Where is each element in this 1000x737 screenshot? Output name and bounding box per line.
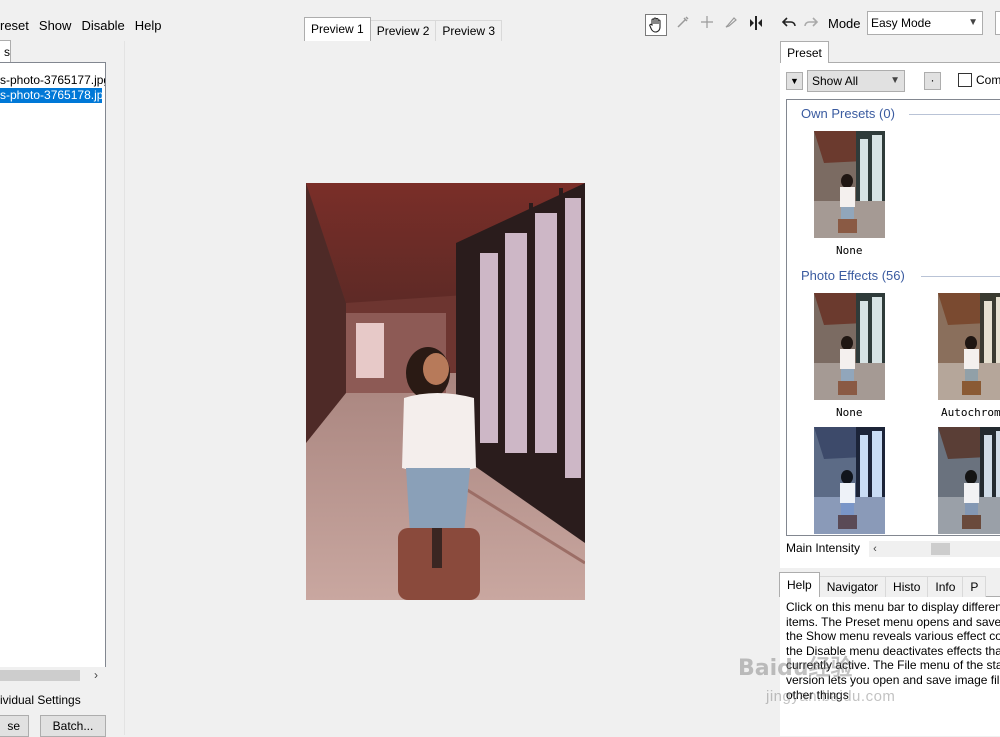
- preset-label: Autochrom: [941, 406, 1000, 419]
- tab-histogram[interactable]: Histo: [885, 576, 929, 597]
- menu-disable[interactable]: Disable: [76, 14, 129, 38]
- file-list-item-selected[interactable]: s-photo-3765178.jpg: [0, 88, 102, 103]
- show-select-value: Show All: [812, 74, 859, 88]
- menu-show[interactable]: Show: [34, 14, 77, 38]
- group-divider: [921, 276, 1000, 277]
- scroll-left-arrow-icon[interactable]: ‹: [869, 541, 881, 557]
- preset-label: None: [836, 244, 863, 257]
- chevron-down-icon: ▼: [890, 75, 900, 86]
- preset-thumbnail[interactable]: [938, 293, 1000, 400]
- scroll-right-arrow-icon[interactable]: ›: [88, 667, 104, 684]
- watermark-url: jingyan.baidu.com: [766, 688, 896, 705]
- preset-thumbnail[interactable]: [814, 131, 885, 238]
- menu-help[interactable]: Help: [130, 14, 167, 38]
- preset-list[interactable]: Own Presets (0) None Photo Effects (56) …: [786, 99, 1000, 536]
- group-title-own-presets: Own Presets (0): [801, 106, 895, 121]
- preset-thumbnail[interactable]: [814, 427, 885, 534]
- help-text-line: Click on this menu bar to display differ…: [786, 600, 1000, 614]
- preset-label: None: [836, 406, 863, 419]
- redo-icon[interactable]: [800, 14, 822, 36]
- tab-preset[interactable]: Preset: [780, 41, 829, 63]
- preset-menu-dropdown-icon[interactable]: ▼: [786, 72, 803, 90]
- dot-button[interactable]: ·: [924, 72, 941, 90]
- files-tab[interactable]: s: [0, 40, 11, 63]
- file-list[interactable]: s-photo-3765177.jpg s-photo-3765178.jpg: [0, 62, 106, 682]
- individual-settings-label: ividual Settings: [0, 693, 81, 707]
- mode-select[interactable]: Easy Mode ▼: [867, 11, 983, 35]
- chevron-down-icon: ▼: [968, 17, 978, 28]
- main-intensity-thumb[interactable]: [931, 543, 950, 555]
- tab-navigator[interactable]: Navigator: [818, 576, 887, 597]
- undo-icon[interactable]: [778, 14, 800, 36]
- group-title-photo-effects: Photo Effects (56): [801, 268, 905, 283]
- file-list-item[interactable]: s-photo-3765177.jpg: [0, 73, 105, 88]
- use-button[interactable]: se: [0, 715, 29, 737]
- split-view-icon[interactable]: [745, 14, 767, 36]
- menu-preset[interactable]: reset: [0, 14, 34, 38]
- tab-p[interactable]: P: [962, 576, 987, 597]
- eyedropper-icon[interactable]: [672, 14, 694, 36]
- help-text-line: items. The Preset menu opens and saves: [786, 614, 1000, 629]
- file-list-scroll-thumb[interactable]: [0, 670, 80, 681]
- preset-thumbnail[interactable]: [938, 427, 1000, 534]
- brush-icon[interactable]: [720, 14, 742, 36]
- hand-icon[interactable]: [645, 14, 667, 36]
- mode-edge-button[interactable]: [995, 11, 1000, 35]
- help-tabs: Help Navigator Histo Info P: [779, 572, 987, 597]
- preset-thumbnail[interactable]: [814, 293, 885, 400]
- preview-tabs: Preview 1 Preview 2 Preview 3: [304, 17, 503, 41]
- help-text-line: the Show menu reveals various effect co: [786, 629, 1000, 644]
- watermark-brand: Baidu经验: [738, 656, 853, 681]
- mode-label: Mode: [828, 16, 861, 31]
- show-select[interactable]: Show All ▼: [807, 70, 905, 92]
- menu-bar: reset Show Disable Help: [0, 14, 167, 38]
- tab-help[interactable]: Help: [779, 572, 820, 597]
- compare-label: Com: [976, 73, 1000, 87]
- group-divider: [909, 114, 1000, 115]
- tab-info[interactable]: Info: [927, 576, 964, 597]
- tab-preview-3[interactable]: Preview 3: [435, 20, 503, 41]
- preview-image[interactable]: [306, 183, 585, 600]
- mode-select-value: Easy Mode: [871, 16, 932, 30]
- tab-preview-1[interactable]: Preview 1: [304, 17, 371, 41]
- main-intensity-label: Main Intensity: [786, 541, 861, 555]
- crosshair-icon[interactable]: [696, 14, 718, 36]
- compare-checkbox[interactable]: [958, 73, 972, 87]
- tab-preview-2[interactable]: Preview 2: [369, 20, 437, 41]
- batch-button[interactable]: Batch...: [40, 715, 106, 737]
